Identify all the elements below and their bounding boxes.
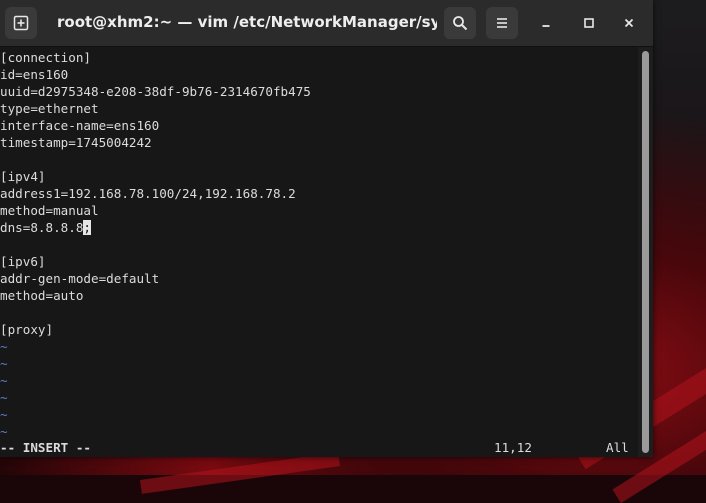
- close-button[interactable]: [613, 7, 645, 39]
- maximize-icon: [584, 18, 594, 28]
- terminal-content[interactable]: [connection] id=ens160 uuid=d2975348-e20…: [0, 47, 638, 457]
- search-button[interactable]: [444, 7, 476, 39]
- editor-line-text: dns=8.8.8.8: [0, 220, 84, 235]
- empty-line-tilde: ~: [0, 424, 8, 439]
- text-cursor: ;: [83, 220, 91, 235]
- minimize-icon: [542, 25, 550, 27]
- scrollbar[interactable]: [638, 47, 653, 457]
- empty-line-tilde: ~: [0, 373, 8, 388]
- editor-line: timestamp=1745004242: [0, 135, 152, 150]
- empty-line-tilde: ~: [0, 356, 8, 371]
- empty-line-tilde: ~: [0, 407, 8, 422]
- editor-line: method=auto: [0, 288, 84, 303]
- cursor-position: 11,12: [494, 440, 532, 455]
- scroll-position: All: [606, 440, 629, 455]
- editor-line: [ipv6]: [0, 254, 46, 269]
- maximize-button[interactable]: [573, 7, 605, 39]
- close-icon: [624, 18, 634, 28]
- editor-line-cursor: dns=8.8.8.8;: [0, 219, 91, 236]
- editor-line: addr-gen-mode=default: [0, 271, 160, 286]
- vim-mode-indicator: -- INSERT --: [0, 440, 91, 455]
- wallpaper-stripe: [139, 452, 341, 494]
- terminal-window: root@xhm2:~ — vim /etc/NetworkManager/sy…: [0, 0, 653, 457]
- editor-line: [proxy]: [0, 322, 54, 337]
- editor-line: address1=192.168.78.100/24,192.168.78.2: [0, 186, 296, 201]
- title-bar: root@xhm2:~ — vim /etc/NetworkManager/sy…: [0, 0, 653, 47]
- editor-line: method=manual: [0, 203, 99, 218]
- empty-line-tilde: ~: [0, 339, 8, 354]
- editor-line: interface-name=ens160: [0, 118, 160, 133]
- editor-line: type=ethernet: [0, 101, 99, 116]
- editor-line: uuid=d2975348-e208-38df-9b76-2314670fb47…: [0, 84, 311, 99]
- editor-line: id=ens160: [0, 67, 69, 82]
- search-icon: [453, 16, 468, 31]
- scrollbar-thumb[interactable]: [642, 51, 649, 453]
- editor-line: [connection]: [0, 50, 91, 65]
- new-tab-button[interactable]: [5, 7, 37, 39]
- editor-line: [ipv4]: [0, 169, 46, 184]
- menu-button[interactable]: [486, 7, 518, 39]
- minimize-button[interactable]: [530, 7, 562, 39]
- window-title: root@xhm2:~ — vim /etc/NetworkManager/sy…: [57, 13, 437, 31]
- empty-line-tilde: ~: [0, 390, 8, 405]
- hamburger-menu-icon: [497, 18, 507, 28]
- new-tab-icon: [13, 15, 29, 31]
